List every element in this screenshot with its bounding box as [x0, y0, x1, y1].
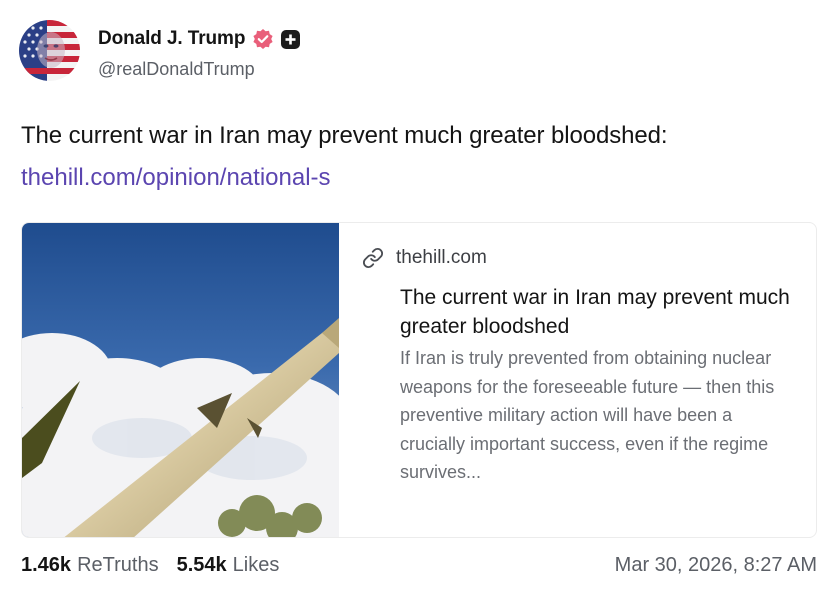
verified-badge-icon — [252, 28, 274, 50]
retruths-count[interactable]: 1.46k — [21, 554, 71, 577]
author-avatar[interactable] — [19, 20, 80, 81]
retruths-label[interactable]: ReTruths — [77, 554, 159, 577]
card-domain-row: thehill.com — [362, 247, 487, 269]
card-domain: thehill.com — [396, 247, 487, 268]
author-handle[interactable]: @realDonaldTrump — [98, 59, 255, 80]
plus-badge-icon — [281, 29, 301, 49]
card-description: If Iran is truly prevented from obtainin… — [400, 348, 775, 482]
author-display-name[interactable]: Donald J. Trump — [98, 28, 245, 50]
post-timestamp[interactable]: Mar 30, 2026, 8:27 AM — [615, 554, 817, 577]
post-text: The current war in Iran may prevent much… — [21, 122, 668, 149]
card-title[interactable]: The current war in Iran may prevent much… — [400, 283, 800, 341]
post-stats: 1.46k ReTruths 5.54k Likes — [21, 554, 297, 577]
author-name-row: Donald J. Trump — [98, 26, 301, 52]
flag-portrait-avatar-icon — [19, 20, 80, 81]
link-icon — [362, 247, 384, 269]
card-body: thehill.com The current war in Iran may … — [362, 223, 802, 537]
likes-count[interactable]: 5.54k — [177, 554, 227, 577]
missile-sky-image — [22, 223, 372, 537]
link-preview-card[interactable]: thehill.com The current war in Iran may … — [21, 222, 817, 538]
post-link[interactable]: thehill.com/opinion/national-s — [21, 164, 331, 192]
likes-label[interactable]: Likes — [233, 554, 280, 577]
